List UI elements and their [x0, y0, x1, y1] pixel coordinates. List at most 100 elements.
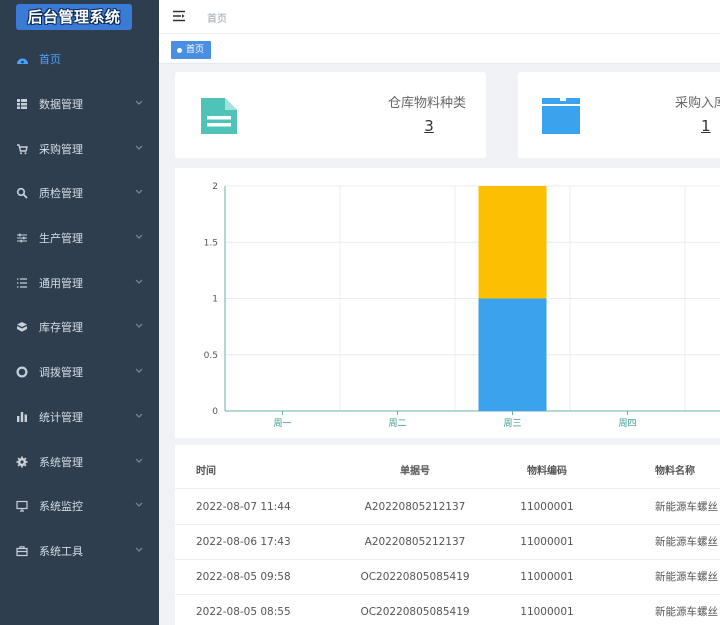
sidebar-item-label: 采购管理 [39, 142, 83, 156]
chevron-down-icon [135, 413, 143, 418]
weekly-bar-chart: 0 0.5 1 1.5 2 周一 周二 周三 周四 [175, 168, 720, 438]
cell-time: 2022-08-05 09:58 [196, 571, 291, 583]
sidebar-item-tools[interactable]: 系统工具 [0, 529, 159, 574]
sidebar-item-label: 统计管理 [39, 410, 83, 424]
stat-card-material-types[interactable]: 仓库物料种类 3 [175, 72, 486, 158]
cell-order-no: OC20220805085419 [360, 571, 470, 583]
cell-material-code: 11000001 [520, 501, 574, 513]
cell-material-code: 11000001 [520, 606, 574, 618]
sidebar: 后台管理系统 首页 数据管理 采购管理 质检管理 生产管理 通用管理 库存管理 … [0, 0, 159, 625]
y-tick-label: 1.5 [204, 238, 218, 248]
sidebar-item-general[interactable]: 通用管理 [0, 260, 159, 305]
table-header: 时间 单据号 物料编码 物料名称 [175, 455, 720, 489]
app-logo: 后台管理系统 [16, 4, 132, 30]
cell-material-code: 11000001 [520, 571, 574, 583]
chart-canvas: 0 0.5 1 1.5 2 周一 周二 周三 周四 [204, 182, 720, 429]
cube-icon [15, 320, 29, 334]
chevron-down-icon [135, 189, 143, 195]
x-tick-label: 周三 [503, 418, 521, 429]
lifebuoy-icon [15, 365, 29, 379]
y-tick-label: 1 [212, 295, 218, 305]
sidebar-item-label: 通用管理 [39, 276, 83, 290]
chevron-down-icon [135, 279, 143, 284]
sidebar-item-label: 生产管理 [39, 232, 83, 246]
dashboard-icon [15, 52, 29, 66]
gear-icon [15, 455, 29, 469]
stat-card-title: 采购入库 [675, 96, 720, 111]
recent-records-table: 时间 单据号 物料编码 物料名称 2022-08-07 11:44 A20220… [175, 445, 720, 625]
sidebar-item-label: 系统工具 [39, 544, 83, 558]
y-tick-label: 0 [212, 407, 218, 417]
sidebar-item-label: 质检管理 [39, 187, 83, 201]
table-row[interactable]: 2022-08-05 08:55 OC20220805085419 110000… [175, 595, 720, 625]
sidebar-item-label: 库存管理 [39, 321, 83, 335]
sidebar-item-home[interactable]: 首页 [0, 37, 159, 82]
sidebar-item-label: 调拨管理 [39, 366, 83, 380]
breadcrumb[interactable]: 首页 [207, 10, 227, 25]
cell-material-name: 新能源车螺丝 [655, 606, 718, 618]
toolbox-icon [15, 544, 29, 558]
stat-card-purchase-inbound[interactable]: 采购入库 1 [518, 72, 720, 158]
cell-order-no: A20220805212137 [364, 536, 466, 548]
header-material-code[interactable]: 物料编码 [507, 455, 587, 489]
sidebar-item-statistics[interactable]: 统计管理 [0, 395, 159, 440]
x-tick-label: 周四 [618, 418, 636, 429]
header-material-name[interactable]: 物料名称 [655, 455, 695, 489]
document-icon [201, 98, 237, 134]
sidebar-item-system[interactable]: 系统管理 [0, 439, 159, 484]
monitor-icon [15, 499, 29, 513]
sidebar-item-label: 数据管理 [39, 98, 83, 112]
table-row[interactable]: 2022-08-06 17:43 A20220805212137 1100000… [175, 525, 720, 560]
chevron-down-icon [135, 145, 143, 150]
search-icon [15, 186, 29, 200]
cart-icon [15, 142, 29, 156]
sidebar-item-transfer[interactable]: 调拨管理 [0, 350, 159, 395]
tab-label: 首页 [186, 45, 205, 55]
chevron-down-icon [135, 547, 143, 552]
tags-view: 首页 [159, 34, 720, 64]
sliders-icon [15, 231, 29, 245]
cell-material-name: 新能源车螺丝 [655, 571, 718, 583]
table-row[interactable]: 2022-08-05 09:58 OC20220805085419 110000… [175, 560, 720, 595]
chevron-down-icon [135, 502, 143, 508]
database-icon [15, 97, 29, 111]
sidebar-item-inventory[interactable]: 库存管理 [0, 305, 159, 350]
list-icon [15, 276, 29, 290]
sidebar-item-production[interactable]: 生产管理 [0, 216, 159, 261]
sidebar-item-label: 系统管理 [39, 455, 83, 469]
table-row[interactable]: 2022-08-07 11:44 A20220805212137 1100000… [175, 490, 720, 525]
menu-toggle-icon[interactable] [172, 10, 186, 22]
cell-order-no: A20220805212137 [364, 501, 466, 513]
stat-card-value[interactable]: 3 [419, 117, 439, 135]
sidebar-item-label: 首页 [39, 53, 61, 67]
bar-chart-icon [15, 410, 29, 424]
cell-material-name: 新能源车螺丝 [655, 501, 718, 513]
active-dot [177, 47, 182, 53]
cell-time: 2022-08-06 17:43 [196, 536, 291, 548]
top-navbar: 首页 [159, 0, 720, 34]
cell-material-name: 新能源车螺丝 [655, 536, 718, 548]
chevron-down-icon [135, 324, 143, 329]
x-tick-label: 周二 [388, 418, 406, 429]
cell-time: 2022-08-07 11:44 [196, 501, 291, 513]
y-tick-label: 0.5 [204, 351, 218, 361]
cell-order-no: OC20220805085419 [360, 606, 470, 618]
sidebar-item-purchase[interactable]: 采购管理 [0, 126, 159, 171]
header-time[interactable]: 时间 [196, 455, 216, 489]
stat-card-value[interactable]: 1 [701, 117, 711, 135]
x-tick-label: 周一 [273, 418, 291, 429]
sidebar-item-monitor[interactable]: 系统监控 [0, 484, 159, 529]
cell-material-code: 11000001 [520, 536, 574, 548]
cell-time: 2022-08-05 08:55 [196, 606, 291, 618]
chevron-down-icon [135, 368, 143, 374]
chevron-down-icon [135, 458, 143, 463]
sidebar-item-data[interactable]: 数据管理 [0, 82, 159, 127]
chevron-down-icon [135, 234, 143, 239]
tab-home[interactable]: 首页 [171, 41, 212, 59]
sidebar-item-label: 系统监控 [39, 500, 83, 514]
sidebar-item-quality[interactable]: 质检管理 [0, 171, 159, 216]
header-order-no[interactable]: 单据号 [355, 455, 475, 489]
sidebar-menu: 首页 数据管理 采购管理 质检管理 生产管理 通用管理 库存管理 调拨管理 统计… [0, 37, 159, 573]
y-tick-label: 2 [212, 182, 218, 192]
bar-segment [478, 186, 547, 299]
